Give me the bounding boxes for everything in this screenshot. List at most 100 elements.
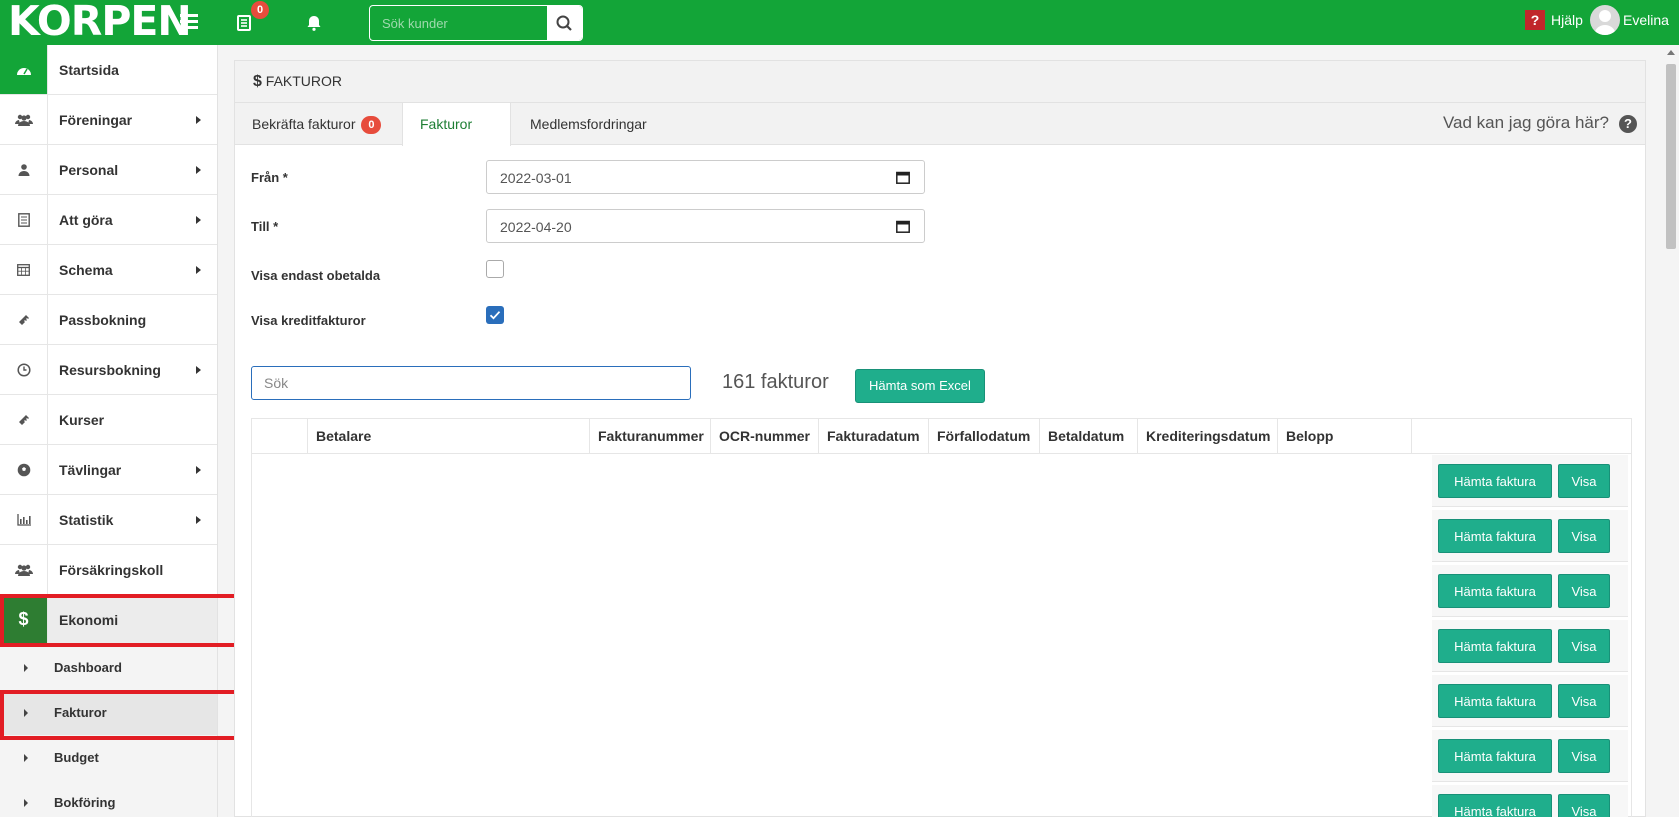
table-header: Betalare Fakturanummer OCR-nummer Faktur… [252,419,1631,454]
sidebar-item-ekonomi[interactable]: $ Ekonomi [0,595,217,645]
unpaid-only-label: Visa endast obetalda [251,268,381,283]
dollar-icon: $ [0,595,48,644]
view-invoice-button[interactable]: Visa [1558,464,1610,498]
sidebar-nav: Startsida Föreningar Personal Att göra S… [0,45,218,817]
view-invoice-button[interactable]: Visa [1558,519,1610,553]
column-header-belopp[interactable]: Belopp [1278,419,1412,454]
to-date-value: 2022-04-20 [500,219,572,235]
chevron-right-icon [196,216,201,224]
column-header-fakturanummer[interactable]: Fakturanummer [590,419,711,454]
table-row: Hämta faktura Visa [1432,510,1628,562]
what-can-i-do-link[interactable]: Vad kan jag göra här? [1443,113,1609,133]
view-invoice-button[interactable]: Visa [1558,629,1610,663]
customer-search-input[interactable] [370,6,547,40]
sidebar-subitem-budget[interactable]: Budget [0,735,217,780]
sidebar-item-forsakringskoll[interactable]: Försäkringskoll [0,545,217,595]
page-title-text: FAKTUROR [265,73,343,89]
help-link[interactable]: Hjälp [1551,12,1583,28]
download-invoice-button[interactable]: Hämta faktura [1438,684,1552,718]
view-invoice-button[interactable]: Visa [1558,684,1610,718]
credit-invoices-checkbox[interactable] [486,306,504,324]
sidebar-item-passbokning[interactable]: Passbokning [0,295,217,345]
korpen-logo[interactable]: KORPEN [8,0,192,42]
tab-fakturor[interactable]: Fakturor [402,103,511,146]
page-scrollbar[interactable] [1663,45,1679,817]
column-header-forfallodatum[interactable]: Förfallodatum [929,419,1040,454]
column-header-betalare[interactable]: Betalare [308,419,590,454]
chevron-right-icon [196,366,201,374]
sidebar-subitem-label: Dashboard [54,660,122,675]
invoice-search-input[interactable] [251,366,691,400]
bell-icon[interactable] [302,11,326,35]
menu-toggle-icon[interactable] [180,11,198,31]
sidebar-item-kurser[interactable]: Kurser [0,395,217,445]
sidebar-item-resursbokning[interactable]: Resursbokning [0,345,217,395]
tab-label: Bekräfta fakturor [252,116,356,132]
help-icon[interactable]: ? [1525,10,1545,30]
users-icon [0,545,48,594]
tab-bekrafta-fakturor[interactable]: Bekräfta fakturor 0 [235,103,398,145]
sidebar-subitem-bokforing[interactable]: Bokföring [0,780,217,817]
download-invoice-button[interactable]: Hämta faktura [1438,464,1552,498]
download-invoice-button[interactable]: Hämta faktura [1438,574,1552,608]
tab-medlemsfordringar[interactable]: Medlemsfordringar [513,103,664,145]
sidebar-item-label: Ekonomi [59,612,119,628]
caret-right-icon [24,709,28,717]
download-invoice-button[interactable]: Hämta faktura [1438,794,1552,817]
user-avatar[interactable] [1590,5,1620,35]
customer-search [369,5,583,41]
dollar-icon: $ [253,73,262,90]
to-date-input[interactable]: 2022-04-20 [486,209,925,243]
column-header-betaldatum[interactable]: Betaldatum [1040,419,1138,454]
column-header-fakturadatum[interactable]: Fakturadatum [819,419,929,454]
column-header-krediteringsdatum[interactable]: Krediteringsdatum [1138,419,1278,454]
scroll-up-arrow-icon[interactable] [1667,50,1675,55]
sidebar-item-startsida[interactable]: Startsida [0,45,217,95]
sidebar-subitem-fakturor[interactable]: Fakturor [0,690,217,735]
chevron-right-icon [196,166,201,174]
search-button[interactable] [547,6,582,40]
download-invoice-button[interactable]: Hämta faktura [1438,629,1552,663]
from-date-value: 2022-03-01 [500,170,572,186]
sidebar-item-label: Kurser [59,412,105,428]
scroll-thumb[interactable] [1666,64,1676,249]
sidebar-item-label: Att göra [59,212,113,228]
sidebar-item-foreningar[interactable]: Föreningar [0,95,217,145]
download-invoice-button[interactable]: Hämta faktura [1438,739,1552,773]
dashboard-icon [0,45,48,94]
column-header-ocr-nummer[interactable]: OCR-nummer [711,419,819,454]
export-excel-button[interactable]: Hämta som Excel [855,369,985,403]
sidebar-item-att-gora[interactable]: Att göra [0,195,217,245]
sidebar-item-label: Tävlingar [59,462,122,478]
sidebar-item-label: Startsida [59,62,119,78]
table-row: Hämta faktura Visa [1432,620,1628,672]
unpaid-only-checkbox[interactable] [486,260,504,278]
credit-invoices-label: Visa kreditfakturor [251,313,366,328]
table-row: Hämta faktura Visa [1432,455,1628,507]
sidebar-subitem-dashboard[interactable]: Dashboard [0,645,217,690]
download-invoice-button[interactable]: Hämta faktura [1438,519,1552,553]
caret-right-icon [24,799,28,807]
view-invoice-button[interactable]: Visa [1558,574,1610,608]
chevron-right-icon [196,266,201,274]
calendar-icon [0,245,48,294]
view-invoice-button[interactable]: Visa [1558,739,1610,773]
view-invoice-button[interactable]: Visa [1558,794,1610,817]
sidebar-item-tavlingar[interactable]: Tävlingar [0,445,217,495]
chevron-right-icon [196,516,201,524]
calendar-icon [896,220,910,233]
sidebar-item-personal[interactable]: Personal [0,145,217,195]
user-name[interactable]: Evelina [1623,12,1669,28]
table-row: Hämta faktura Visa [1432,565,1628,617]
list-icon [0,195,48,244]
chevron-right-icon [196,116,201,124]
sidebar-item-statistik[interactable]: Statistik [0,495,217,545]
sidebar-item-schema[interactable]: Schema [0,245,217,295]
sidebar-item-label: Föreningar [59,112,133,128]
from-date-input[interactable]: 2022-03-01 [486,160,925,194]
invoices-table: Betalare Fakturanummer OCR-nummer Faktur… [251,418,1632,817]
question-circle-icon[interactable]: ? [1619,115,1637,133]
tab-label: Medlemsfordringar [530,116,647,132]
invoices-panel: $ FAKTUROR Bekräfta fakturor 0 Fakturor … [234,60,1646,817]
ticket-icon [0,395,48,444]
